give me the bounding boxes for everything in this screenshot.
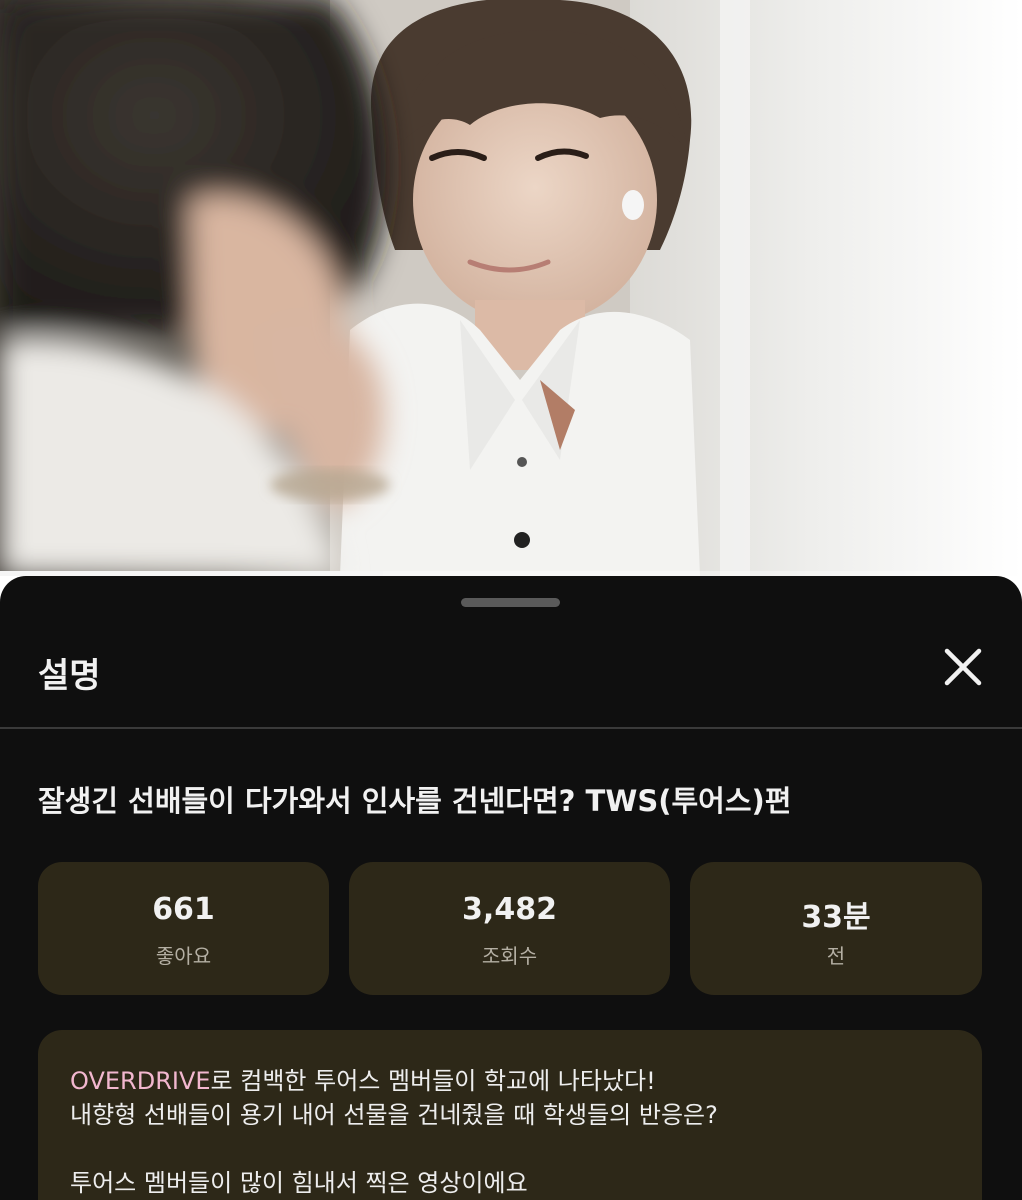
video-player[interactable] bbox=[0, 0, 1022, 576]
description-line-3: 투어스 멤버들이 많이 힘내서 찍은 영상이에요 bbox=[70, 1169, 528, 1197]
drag-handle[interactable] bbox=[461, 598, 560, 607]
views-stat: 3,482 조회수 bbox=[349, 862, 670, 995]
header-divider bbox=[0, 727, 1022, 729]
views-count: 3,482 bbox=[462, 892, 557, 927]
likes-stat: 661 좋아요 bbox=[38, 862, 329, 995]
description-sheet: 설명 잘생긴 선배들이 다가와서 인사를 건넨다면? TWS(투어스)편 661… bbox=[0, 576, 1022, 1200]
upload-time-label: 전 bbox=[826, 944, 846, 968]
likes-count: 661 bbox=[152, 892, 215, 927]
sheet-title: 설명 bbox=[38, 656, 101, 696]
video-frame-image bbox=[0, 0, 1022, 576]
description-line-2: 내향형 선배들이 용기 내어 선물을 건네줬을 때 학생들의 반응은? bbox=[70, 1101, 718, 1129]
likes-label: 좋아요 bbox=[155, 944, 212, 968]
description-line-1-text: 로 컴백한 투어스 멤버들이 학교에 나타났다! bbox=[210, 1067, 656, 1095]
sheet-header: 설명 bbox=[0, 636, 1022, 728]
video-title: 잘생긴 선배들이 다가와서 인사를 건넨다면? TWS(투어스)편 bbox=[38, 784, 792, 818]
description-line-1: OVERDRIVE로 컴백한 투어스 멤버들이 학교에 나타났다! bbox=[70, 1064, 950, 1098]
upload-time-value: 33분 bbox=[801, 900, 871, 935]
description-box: OVERDRIVE로 컴백한 투어스 멤버들이 학교에 나타났다! 내향형 선배… bbox=[38, 1030, 982, 1200]
overdrive-link[interactable]: OVERDRIVE bbox=[70, 1067, 211, 1095]
upload-time-stat: 33분 전 bbox=[690, 862, 982, 995]
views-label: 조회수 bbox=[481, 944, 538, 968]
close-icon bbox=[944, 648, 982, 686]
close-button[interactable] bbox=[938, 642, 988, 692]
